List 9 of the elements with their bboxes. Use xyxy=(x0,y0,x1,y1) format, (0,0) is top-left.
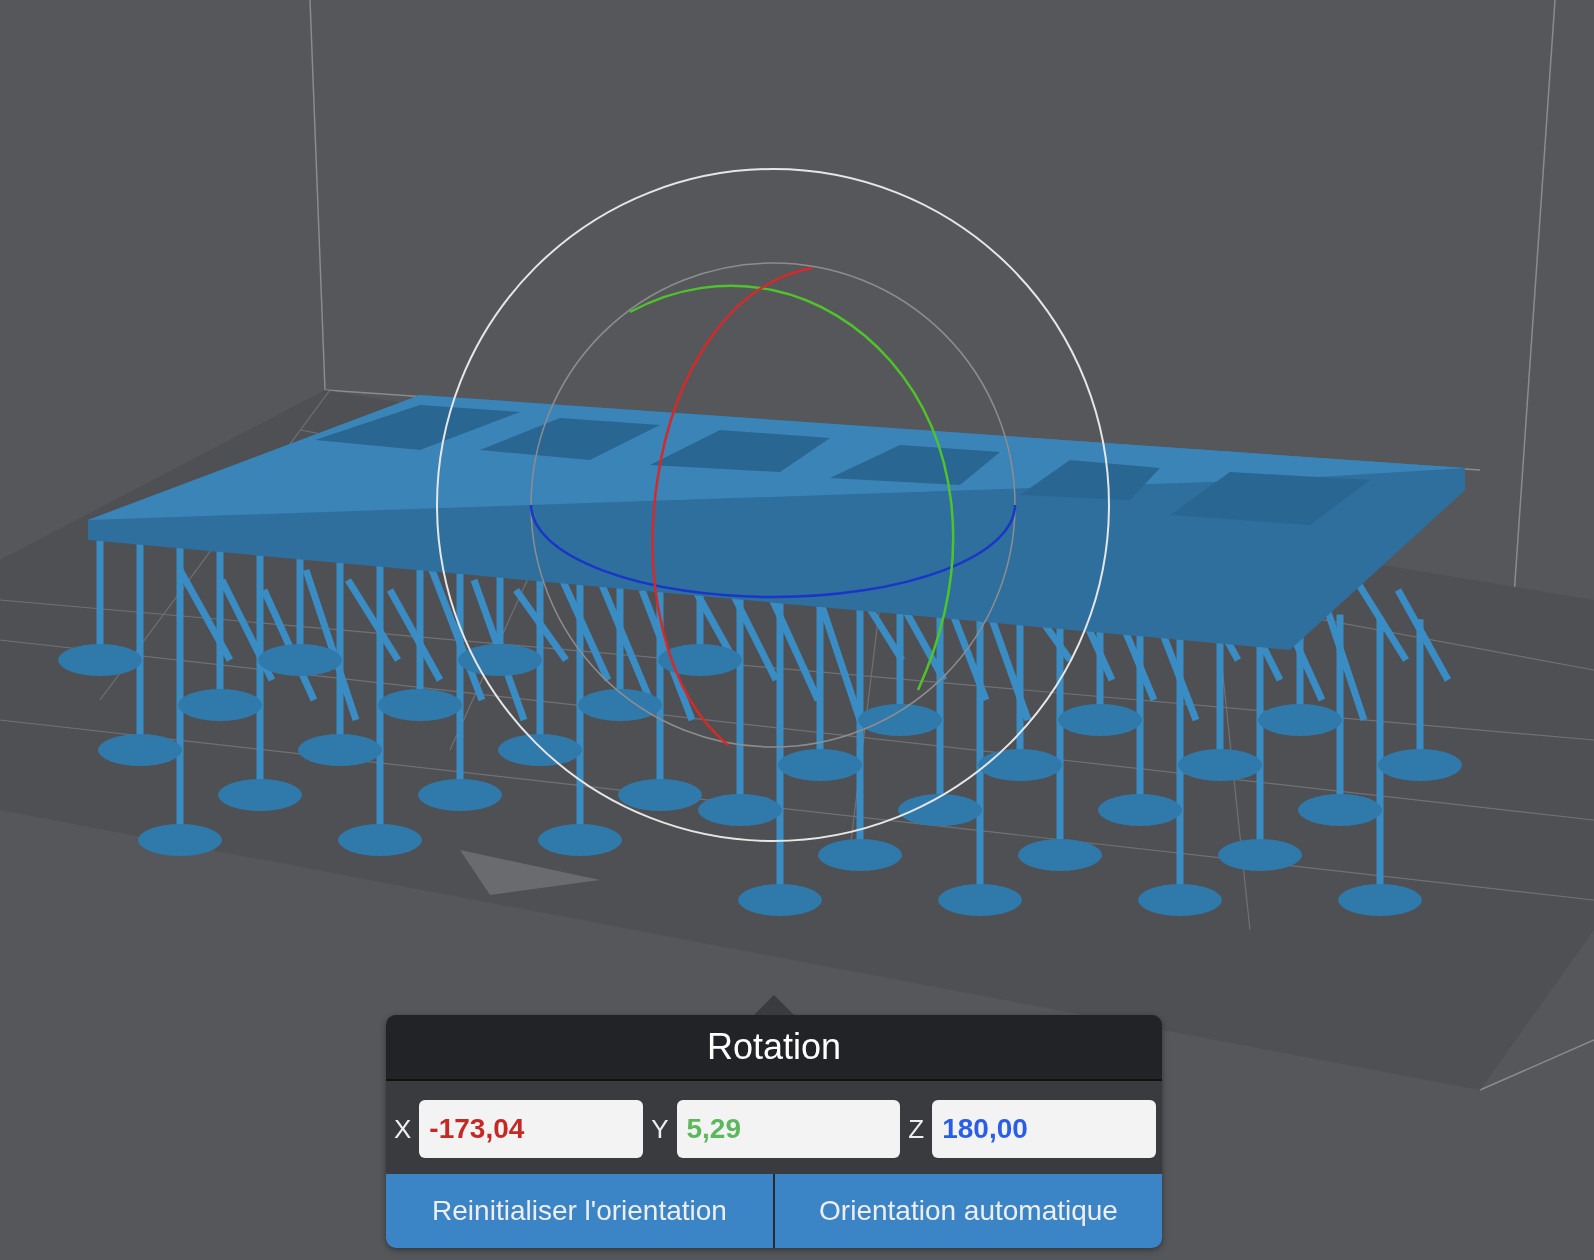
panel-title: Rotation xyxy=(386,1015,1162,1081)
rotation-input-field[interactable]: -173,04 xyxy=(419,1100,644,1158)
orientation-button[interactable]: Reinitialiser l'orientation xyxy=(386,1174,775,1248)
axis-label: X xyxy=(394,1113,412,1145)
rotation-input-field[interactable]: 180,00 xyxy=(932,1100,1156,1158)
axis-label: Y xyxy=(651,1113,669,1145)
axis-label: Z xyxy=(908,1113,925,1145)
orientation-button[interactable]: Orientation automatique xyxy=(775,1174,1162,1248)
rotation-input-field[interactable]: 5,29 xyxy=(676,1100,901,1158)
